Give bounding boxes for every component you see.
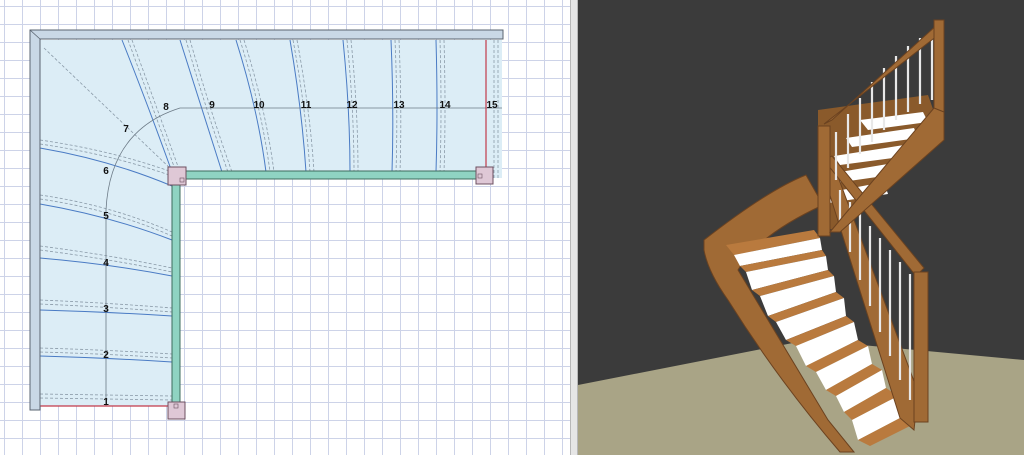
newel-post-corner-3d — [817, 125, 831, 237]
step-number-15: 15 — [486, 100, 498, 111]
step-number-14: 14 — [439, 100, 451, 111]
step-number-2: 2 — [103, 350, 109, 361]
newel-post-top[interactable] — [475, 166, 494, 185]
staircase-plan-drawing: 1 2 3 4 5 6 7 8 9 10 11 12 13 14 15 — [29, 29, 504, 420]
newel-post-bottom[interactable] — [167, 401, 186, 420]
newel-post-corner[interactable] — [167, 166, 187, 186]
step-number-10: 10 — [253, 100, 265, 111]
plan-view-canvas[interactable]: 1 2 3 4 5 6 7 8 9 10 11 12 13 14 15 — [0, 0, 570, 455]
newel-post-bottom-3d — [913, 271, 929, 423]
step-number-9: 9 — [209, 100, 215, 111]
step-number-1: 1 — [103, 397, 109, 408]
step-number-12: 12 — [346, 100, 358, 111]
step-number-3: 3 — [103, 304, 109, 315]
step-number-13: 13 — [393, 100, 405, 111]
staircase-3d-render — [578, 19, 1024, 455]
step-number-7: 7 — [123, 124, 129, 135]
inner-stringer-upper — [177, 170, 487, 180]
step-number-4: 4 — [103, 258, 109, 269]
step-number-5: 5 — [103, 211, 109, 222]
step-number-11: 11 — [301, 100, 312, 111]
inner-stringer-lower — [171, 177, 181, 407]
3d-view-canvas[interactable] — [578, 0, 1024, 455]
stair-area — [40, 40, 502, 406]
step-number-6: 6 — [103, 166, 109, 177]
split-pane-divider[interactable] — [570, 0, 578, 455]
step-number-8: 8 — [163, 102, 169, 113]
